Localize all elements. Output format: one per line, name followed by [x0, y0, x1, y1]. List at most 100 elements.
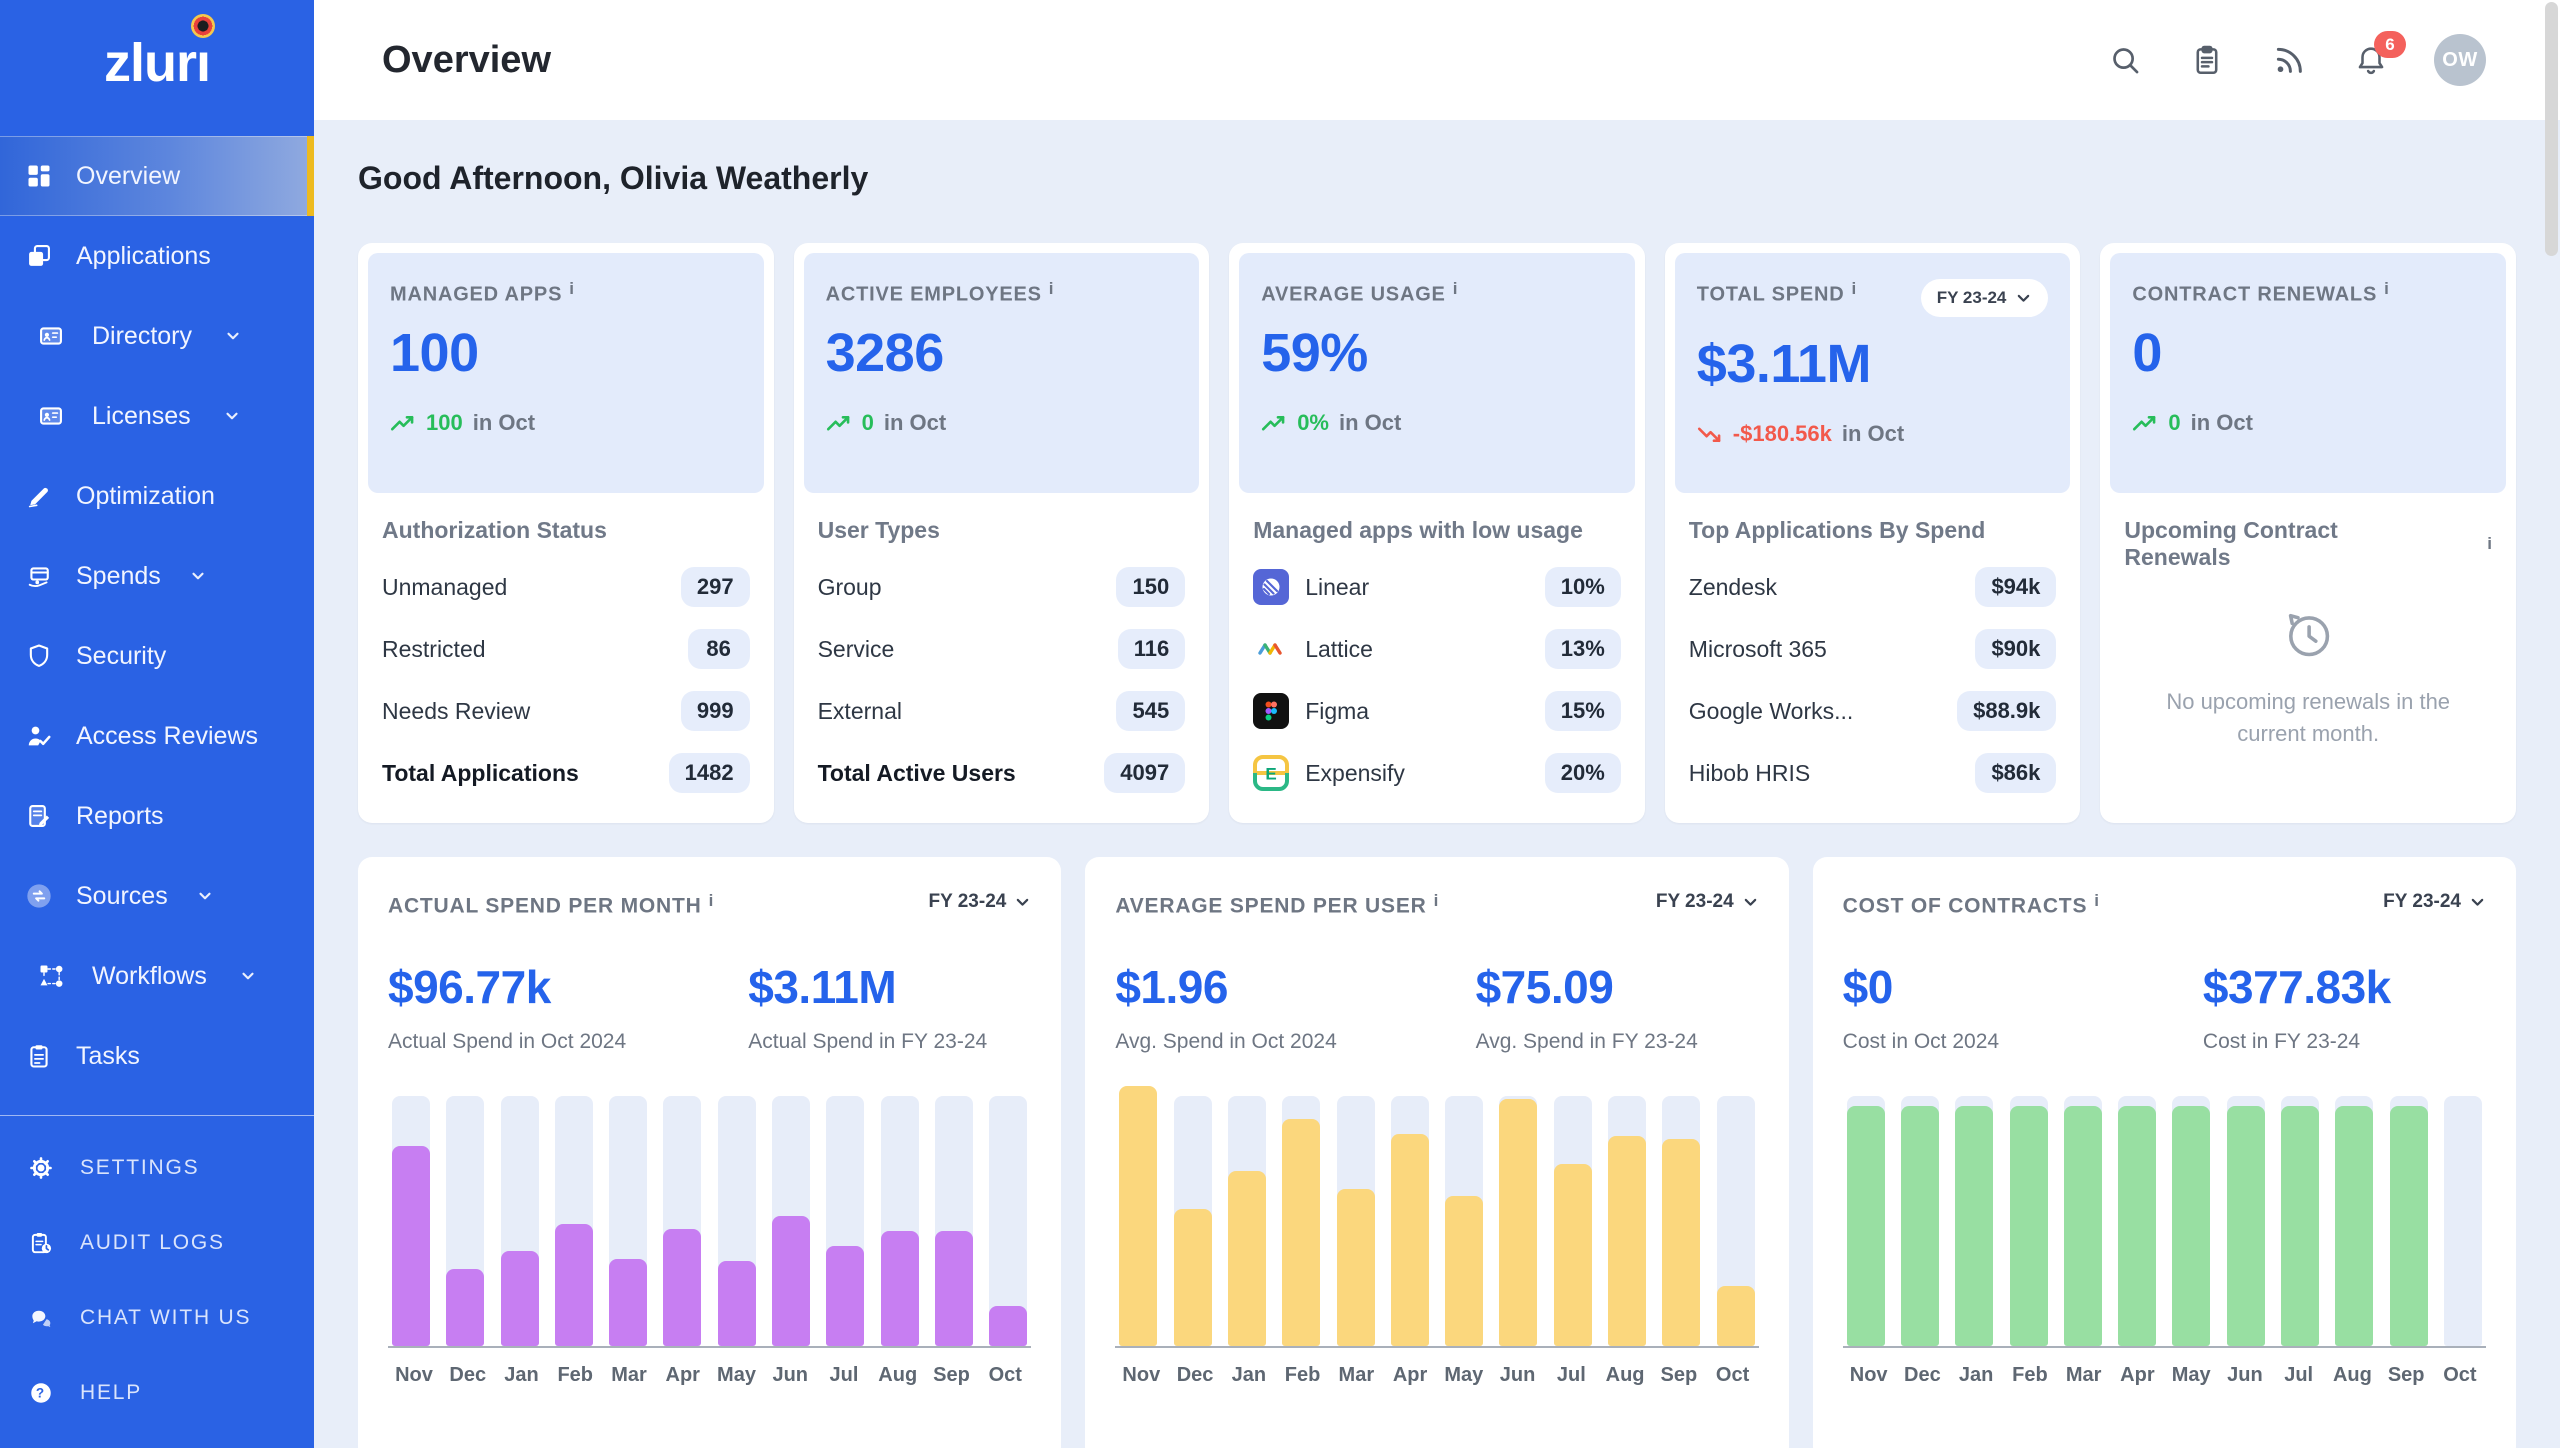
clock-history-icon [2279, 605, 2337, 668]
sidebar-item-workflows[interactable]: Workflows [0, 936, 314, 1016]
info-icon[interactable]: i [569, 279, 574, 298]
sidebar-item-directory[interactable]: Directory [0, 296, 314, 376]
list-item[interactable]: Unmanaged297 [382, 556, 750, 618]
apps-icon [24, 241, 54, 271]
bar-jan [1228, 1096, 1266, 1346]
list-item[interactable]: Group150 [818, 556, 1186, 618]
card-stat-panel: CONTRACT RENEWALSi00in Oct [2110, 253, 2506, 493]
greeting-text: Good Afternoon, Olivia Weatherly [358, 160, 2516, 197]
list-item[interactable]: Hibob HRIS$86k [1689, 742, 2057, 804]
list-item[interactable]: Linear10% [1253, 556, 1621, 618]
x-axis-tick-label: Nov [392, 1364, 436, 1387]
chart-stat-label: Avg. Spend in FY 23-24 [1476, 1030, 1759, 1054]
chevron-down-icon [1742, 894, 1759, 911]
fiscal-year-dropdown[interactable]: FY 23-24 [2383, 891, 2486, 913]
list-item-left: Hibob HRIS [1689, 760, 1810, 787]
sidebar-item-sources[interactable]: Sources [0, 856, 314, 936]
list-item[interactable]: Zendesk$94k [1689, 556, 2057, 618]
bar-aug [2335, 1096, 2373, 1346]
chevron-down-icon [2015, 290, 2032, 307]
user-check-icon [24, 721, 54, 751]
summary-card-contract-renewals: CONTRACT RENEWALSi00in OctUpcoming Contr… [2100, 243, 2516, 823]
fiscal-year-dropdown[interactable]: FY 23-24 [1656, 891, 1759, 913]
feed-icon[interactable] [2270, 41, 2308, 79]
list-item[interactable]: Total Applications1482 [382, 742, 750, 804]
sidebar-item-reports[interactable]: Reports [0, 776, 314, 856]
info-icon[interactable]: i [2487, 534, 2492, 554]
list-item-left: Lattice [1253, 631, 1373, 667]
x-axis-tick-label: Sep [930, 1364, 974, 1387]
sidebar-item-applications[interactable]: Applications [0, 216, 314, 296]
list-item[interactable]: Total Active Users4097 [818, 742, 1186, 804]
sidebar-item-optimization[interactable]: Optimization [0, 456, 314, 536]
list-item[interactable]: External545 [818, 680, 1186, 742]
x-axis-tick-label: Jul [2277, 1364, 2321, 1387]
x-axis-tick-label: Apr [661, 1364, 705, 1387]
list-item-value-badge: 116 [1118, 629, 1186, 669]
list-item-left: Total Active Users [818, 760, 1016, 787]
sidebar-item-licenses[interactable]: Licenses [0, 376, 314, 456]
list-item[interactable]: Service 116 [818, 618, 1186, 680]
audit-log-icon [26, 1228, 56, 1258]
list-item[interactable]: EExpensify20% [1253, 742, 1621, 804]
info-icon[interactable]: i [2094, 891, 2099, 910]
chevron-down-icon [2469, 894, 2486, 911]
info-icon[interactable]: i [1852, 279, 1857, 298]
list-item[interactable]: Figma15% [1253, 680, 1621, 742]
bar-feb [1282, 1096, 1320, 1346]
list-item[interactable]: Microsoft 365$90k [1689, 618, 2057, 680]
info-icon[interactable]: i [709, 891, 714, 910]
sidebar-item-settings[interactable]: SETTINGS [0, 1130, 314, 1205]
x-axis-tick-label: Feb [553, 1364, 597, 1387]
chevron-down-icon [1014, 894, 1031, 911]
sidebar-item-tasks[interactable]: Tasks [0, 1016, 314, 1096]
chart-baseline [388, 1346, 1031, 1348]
x-axis-tick-label: Dec [1173, 1364, 1217, 1387]
sidebar-nav: OverviewApplicationsDirectoryLicensesOpt… [0, 136, 314, 1096]
fiscal-year-dropdown[interactable]: FY 23-24 [929, 891, 1032, 913]
bar-sep [1662, 1096, 1700, 1346]
chart-stat-left: $1.96 Avg. Spend in Oct 2024 [1115, 960, 1475, 1054]
list-item-value-badge: 86 [688, 629, 750, 669]
bar-fill [2172, 1106, 2210, 1346]
card-delta-period: in Oct [884, 410, 946, 436]
sidebar-item-spends[interactable]: Spends [0, 536, 314, 616]
list-item[interactable]: Needs Review999 [382, 680, 750, 742]
figma-logo [1253, 693, 1289, 729]
bar-apr [2118, 1096, 2156, 1346]
x-axis-tick-label: Dec [1900, 1364, 1944, 1387]
list-item[interactable]: Google Works...$88.9k [1689, 680, 2057, 742]
notifications-bell-icon[interactable]: 6 [2352, 41, 2390, 79]
sidebar-item-chat[interactable]: CHAT WITH US [0, 1280, 314, 1355]
chart-card-cost-of-contracts: COST OF CONTRACTSiFY 23-24$0Cost in Oct … [1813, 857, 2516, 1448]
info-icon[interactable]: i [2384, 279, 2389, 298]
chart-stat-value: $1.96 [1115, 960, 1475, 1014]
search-icon[interactable] [2106, 41, 2144, 79]
sidebar-item-help[interactable]: ?HELP [0, 1355, 314, 1430]
info-icon[interactable]: i [1049, 279, 1054, 298]
list-item-label: Service [818, 636, 895, 663]
list-item[interactable]: Restricted86 [382, 618, 750, 680]
sidebar-item-audit-logs[interactable]: AUDIT LOGS [0, 1205, 314, 1280]
zluri-logo[interactable]: zlurı [0, 0, 314, 126]
fiscal-year-dropdown[interactable]: FY 23-24 [1921, 279, 2049, 317]
list-item-left: Group [818, 574, 882, 601]
chart-stat-left: $96.77kActual Spend in Oct 2024 [388, 960, 748, 1054]
sidebar-item-overview[interactable]: Overview [0, 136, 314, 216]
clipboard-icon[interactable] [2188, 41, 2226, 79]
scrollbar-thumb[interactable] [2545, 2, 2558, 256]
user-avatar[interactable]: OW [2434, 34, 2486, 86]
sidebar-item-access-reviews[interactable]: Access Reviews [0, 696, 314, 776]
card-stat-panel: AVERAGE USAGEi59%0%in Oct [1239, 253, 1635, 493]
list-item-value-badge: 15% [1545, 691, 1621, 731]
chat-icon [26, 1303, 56, 1333]
x-axis-tick-label: Oct [1711, 1364, 1755, 1387]
sidebar-item-security[interactable]: Security [0, 616, 314, 696]
chart-stat-label: Avg. Spend in Oct 2024 [1115, 1030, 1475, 1054]
info-icon[interactable]: i [1453, 279, 1458, 298]
bar-fill [2010, 1106, 2048, 1346]
list-item[interactable]: Lattice13% [1253, 618, 1621, 680]
sidebar-item-label: HELP [80, 1381, 142, 1405]
chart-stat-right: $3.11MActual Spend in FY 23-24 [748, 960, 1031, 1054]
info-icon[interactable]: i [1434, 891, 1439, 910]
